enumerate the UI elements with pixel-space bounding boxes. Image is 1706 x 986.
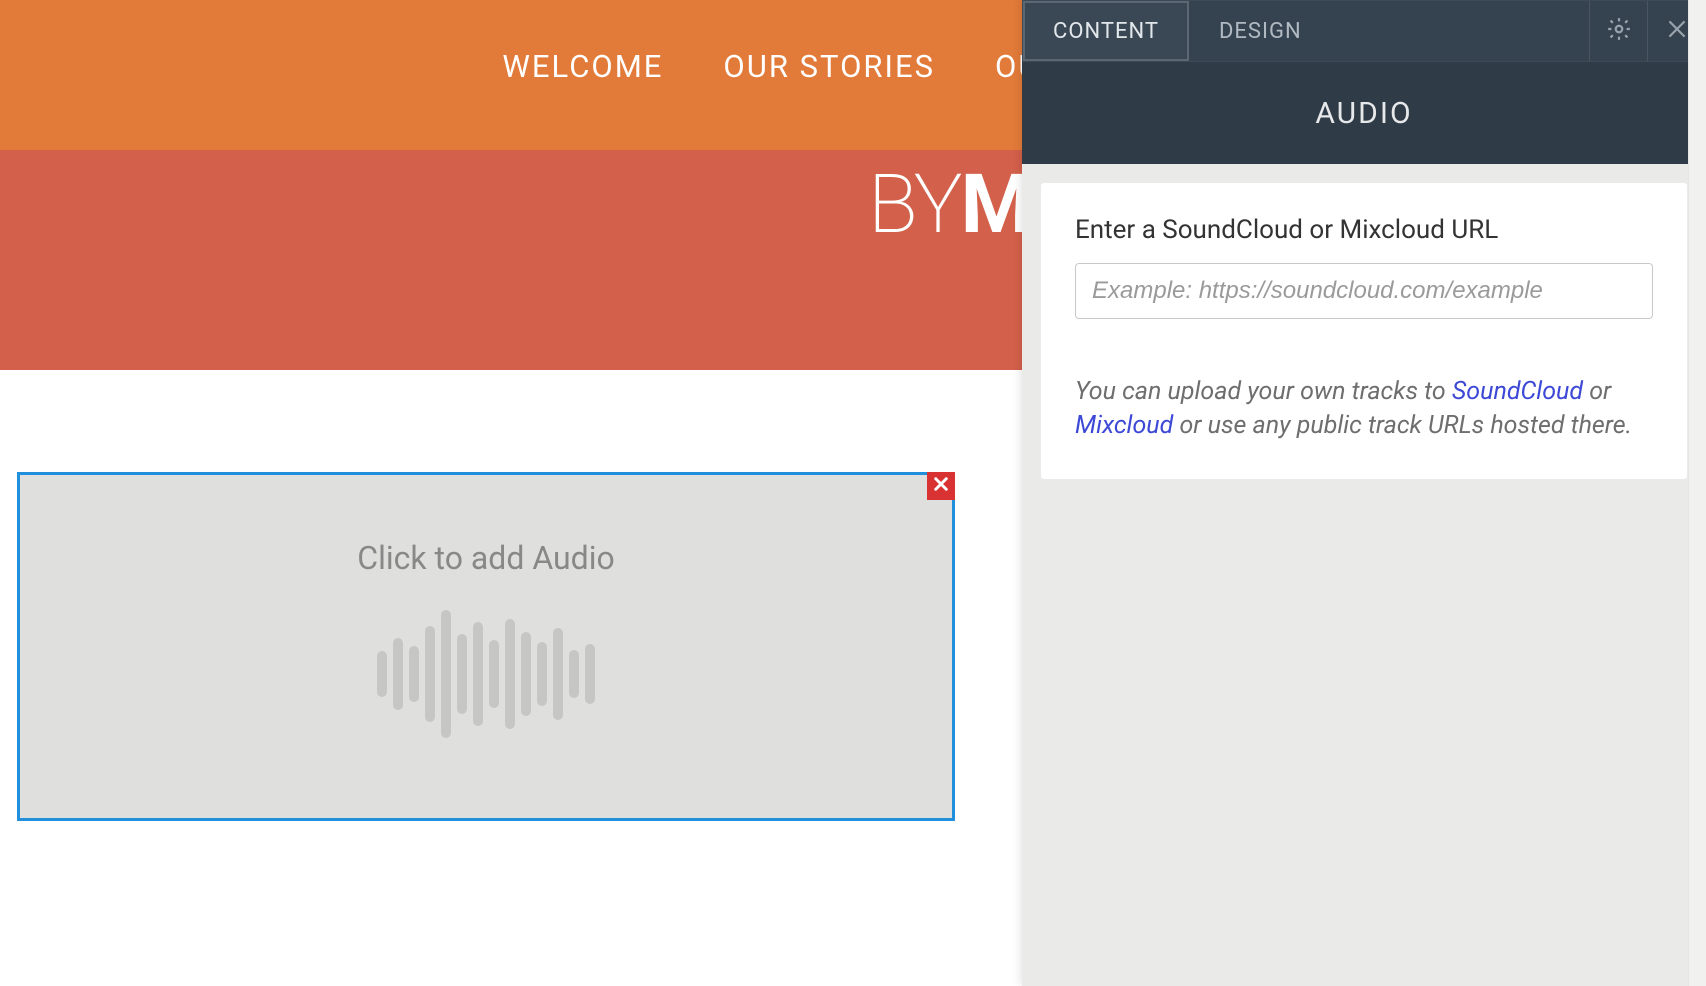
panel-title: AUDIO [1022,62,1706,164]
audio-url-input[interactable] [1075,263,1653,319]
logo-part-2: M [961,157,1031,253]
close-icon [1664,16,1690,46]
close-icon [932,475,950,497]
soundcloud-link[interactable]: SoundCloud [1452,377,1583,406]
panel-body: Enter a SoundCloud or Mixcloud URL You c… [1022,164,1706,986]
help-text-pre: You can upload your own tracks to [1075,377,1452,406]
help-text-mid: or [1583,377,1611,406]
audio-placeholder-block[interactable]: Click to add Audio [17,472,955,821]
tab-content[interactable]: CONTENT [1023,1,1189,61]
panel-tab-bar: CONTENT DESIGN [1022,0,1706,62]
url-field-label: Enter a SoundCloud or Mixcloud URL [1075,215,1653,245]
logo-part-1: BY [868,157,961,253]
nav-link-welcome[interactable]: WELCOME [502,48,663,85]
panel-scrollbar[interactable] [1688,0,1706,986]
settings-button[interactable] [1589,1,1647,61]
editor-side-panel: CONTENT DESIGN AUDIO Enter a SoundCloud … [1022,0,1706,986]
gear-icon [1606,16,1632,46]
audio-placeholder-label: Click to add Audio [357,539,615,577]
site-logo: BYM [868,157,1030,253]
mixcloud-link[interactable]: Mixcloud [1075,411,1173,440]
panel-title-text: AUDIO [1315,96,1412,131]
remove-block-button[interactable] [927,472,955,500]
waveform-icon [377,599,595,749]
help-text: You can upload your own tracks to SoundC… [1075,375,1653,443]
nav-link-our-stories[interactable]: OUR STORIES [723,48,935,85]
audio-url-card: Enter a SoundCloud or Mixcloud URL You c… [1041,183,1687,479]
tab-design[interactable]: DESIGN [1189,1,1332,61]
help-text-post: or use any public track URLs hosted ther… [1173,411,1632,440]
tab-spacer [1332,1,1589,61]
